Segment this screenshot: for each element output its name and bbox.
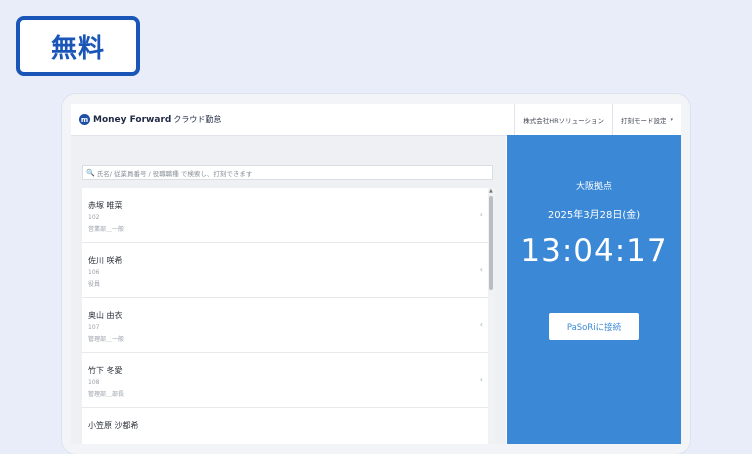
employee-row[interactable]: 赤塚 唯菜 102 営業部＿一般 ‹ <box>82 188 488 243</box>
employee-search-input[interactable]: 🔍 氏名/ 従業員番号 / 役職職種 で検索し、打刻できます <box>82 165 493 180</box>
scroll-up-icon[interactable]: ▲ <box>489 188 493 194</box>
employee-department: 営業部＿一般 <box>88 226 125 233</box>
employee-code: 106 <box>88 269 100 276</box>
employee-department: 役員 <box>88 281 101 288</box>
money-forward-logo-icon: m <box>79 114 90 125</box>
employee-row[interactable]: 佐川 咲希 106 役員 ‹ <box>82 243 488 298</box>
employee-name: 小笠原 沙都希 <box>88 421 139 430</box>
logo-subtitle: クラウド勤怠 <box>173 115 222 124</box>
employee-code: 107 <box>88 324 100 331</box>
employee-department: 管理部＿一般 <box>88 336 125 343</box>
employee-name: 奥山 由衣 <box>88 311 123 320</box>
employee-list: 赤塚 唯菜 102 営業部＿一般 ‹ 佐川 咲希 106 役員 ‹ 奥山 由衣 … <box>82 188 488 444</box>
current-date: 2025年3月28日(金) <box>547 210 641 221</box>
free-badge-label: 無料 <box>50 33 105 64</box>
scrollbar-thumb[interactable] <box>489 196 493 290</box>
search-icon: 🔍 <box>86 168 95 177</box>
employee-panel: 🔍 氏名/ 従業員番号 / 役職職種 で検索し、打刻できます 赤塚 唯菜 102… <box>71 136 506 444</box>
search-placeholder: 氏名/ 従業員番号 / 役職職種 で検索し、打刻できます <box>96 169 253 178</box>
app-window: m Money Forward クラウド勤怠 株式会社HRソリューション 打刻モ… <box>71 104 681 444</box>
app-header: m Money Forward クラウド勤怠 株式会社HRソリューション 打刻モ… <box>71 104 681 136</box>
header-right: 株式会社HRソリューション 打刻モード設定 ▾ <box>514 104 681 135</box>
employee-code: 108 <box>88 379 100 386</box>
company-name-text: 株式会社HRソリューション <box>523 116 604 125</box>
employee-row[interactable]: 小笠原 沙都希 <box>82 408 488 444</box>
chevron-left-icon: ‹ <box>479 375 483 384</box>
chevron-left-icon: ‹ <box>479 320 483 329</box>
pasori-connect-label: PaSoRiに接続 <box>566 322 622 333</box>
chevron-left-icon: ‹ <box>479 210 483 219</box>
free-badge: 無料 <box>16 16 140 76</box>
employee-name: 赤塚 唯菜 <box>88 201 123 210</box>
employee-row[interactable]: 奥山 由衣 107 管理部＿一般 ‹ <box>82 298 488 353</box>
employee-row[interactable]: 竹下 冬愛 108 管理部＿部長 ‹ <box>82 353 488 408</box>
logo: m Money Forward クラウド勤怠 <box>79 114 221 125</box>
employee-code: 102 <box>88 214 100 221</box>
location-name: 大阪拠点 <box>575 182 612 192</box>
company-name: 株式会社HRソリューション <box>514 104 612 135</box>
employee-list-scrollbar[interactable]: ▲ <box>488 188 495 444</box>
clock-panel: 大阪拠点 2025年3月28日(金) 13:04:17 PaSoRiに接続 <box>507 135 681 444</box>
logo-text: Money Forward <box>93 114 172 125</box>
pasori-connect-button[interactable]: PaSoRiに接続 <box>549 313 639 340</box>
current-time: 13:04:17 <box>520 233 668 269</box>
chevron-left-icon: ‹ <box>479 265 483 274</box>
employee-name: 竹下 冬愛 <box>88 366 123 375</box>
punch-mode-setting-label: 打刻モード設定 <box>620 116 667 125</box>
employee-name: 佐川 咲希 <box>88 256 123 265</box>
punch-mode-setting-dropdown[interactable]: 打刻モード設定 ▾ <box>611 104 681 135</box>
chevron-down-icon: ▾ <box>670 116 673 123</box>
employee-department: 管理部＿部長 <box>88 391 125 398</box>
